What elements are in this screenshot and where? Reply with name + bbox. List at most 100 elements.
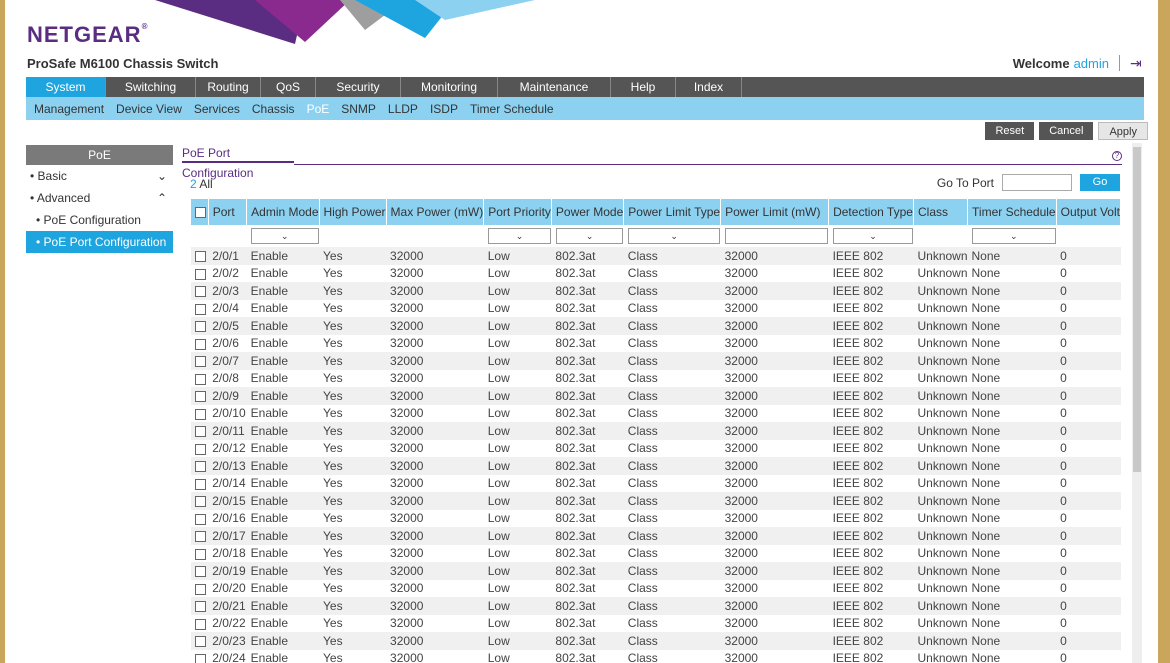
subnav-snmp[interactable]: SNMP [341, 102, 376, 116]
row-checkbox[interactable] [195, 286, 206, 298]
table-row[interactable]: 2/0/15 Enable Yes 32000 Low 802.3at Class 32000… [191, 492, 1121, 510]
subnav-timer-schedule[interactable]: Timer Schedule [470, 102, 554, 116]
row-checkbox[interactable] [195, 443, 206, 455]
tab-help[interactable]: Help [611, 77, 676, 97]
tab-monitoring[interactable]: Monitoring [401, 77, 498, 97]
tab-routing[interactable]: Routing [196, 77, 261, 97]
row-checkbox[interactable] [195, 566, 206, 578]
subnav-isdp[interactable]: ISDP [430, 102, 458, 116]
table-row[interactable]: 2/0/20 Enable Yes 32000 Low 802.3at Class 32000… [191, 579, 1121, 597]
row-checkbox[interactable] [195, 478, 206, 490]
filter-select[interactable]: ⌄ [972, 228, 1056, 244]
table-row[interactable]: 2/0/24 Enable Yes 32000 Low 802.3at Class 32000… [191, 649, 1121, 663]
tab-qos[interactable]: QoS [261, 77, 316, 97]
filter-select[interactable]: ⌄ [251, 228, 319, 244]
filter-select[interactable]: ⌄ [488, 228, 551, 244]
row-checkbox[interactable] [195, 426, 206, 438]
column-header-power-mode[interactable]: Power Mode [551, 199, 625, 225]
sidebar-item-poe-configuration[interactable]: • PoE Configuration [26, 209, 173, 231]
table-row[interactable]: 2/0/17 Enable Yes 32000 Low 802.3at Class 32000… [191, 527, 1121, 545]
table-row[interactable]: 2/0/7 Enable Yes 32000 Low 802.3at Class 32000 I… [191, 352, 1121, 370]
tab-security[interactable]: Security [316, 77, 401, 97]
row-checkbox[interactable] [195, 356, 206, 368]
table-row[interactable]: 2/0/18 Enable Yes 32000 Low 802.3at Class 32000… [191, 544, 1121, 562]
tab-index[interactable]: Index [676, 77, 742, 97]
go-to-port-input[interactable] [1002, 174, 1072, 191]
row-checkbox[interactable] [195, 618, 206, 630]
vertical-scrollbar[interactable] [1132, 143, 1142, 663]
row-checkbox[interactable] [195, 513, 206, 525]
row-checkbox[interactable] [195, 408, 206, 420]
apply-button[interactable]: Apply [1098, 122, 1148, 140]
filter-select[interactable]: ⌄ [833, 228, 913, 244]
table-row[interactable]: 2/0/16 Enable Yes 32000 Low 802.3at Class 32000… [191, 509, 1121, 527]
filter-select[interactable]: ⌄ [628, 228, 720, 244]
column-header-max-power-mw[interactable]: Max Power (mW) [386, 199, 485, 225]
table-row[interactable]: 2/0/4 Enable Yes 32000 Low 802.3at Class 32000 I… [191, 299, 1121, 317]
column-header-output-volt[interactable]: Output Volt [1056, 199, 1121, 225]
row-checkbox[interactable] [195, 583, 206, 595]
column-header-port[interactable]: Port [208, 199, 248, 225]
row-checkbox[interactable] [195, 461, 206, 473]
table-row[interactable]: 2/0/14 Enable Yes 32000 Low 802.3at Class 32000… [191, 474, 1121, 492]
table-row[interactable]: 2/0/1 Enable Yes 32000 Low 802.3at Class 32000 I… [191, 247, 1121, 265]
column-header-port-priority[interactable]: Port Priority [483, 199, 552, 225]
subnav-management[interactable]: Management [34, 102, 104, 116]
select-all-checkbox[interactable] [195, 207, 206, 219]
column-header-power-limit-type[interactable]: Power Limit Type [623, 199, 722, 225]
sidebar-item-advanced[interactable]: • Advanced ⌃ [26, 187, 173, 209]
table-row[interactable]: 2/0/12 Enable Yes 32000 Low 802.3at Class 32000… [191, 439, 1121, 457]
column-header-high-power[interactable]: High Power [319, 199, 387, 225]
row-checkbox[interactable] [195, 653, 206, 663]
column-header-class[interactable]: Class [913, 199, 969, 225]
row-checkbox[interactable] [195, 496, 206, 508]
filter-select[interactable]: ⌄ [555, 228, 623, 244]
sidebar-item-poe-port-configuration[interactable]: • PoE Port Configuration [26, 231, 173, 253]
logout-icon[interactable]: ⇥ [1130, 56, 1144, 70]
row-checkbox[interactable] [195, 636, 206, 648]
subnav-poe[interactable]: PoE [307, 102, 330, 116]
count-link[interactable]: 2 [190, 177, 197, 191]
table-row[interactable]: 2/0/19 Enable Yes 32000 Low 802.3at Class 32000… [191, 562, 1121, 580]
column-header-admin-mode[interactable]: Admin Mode [246, 199, 320, 225]
row-checkbox[interactable] [195, 601, 206, 613]
column-header-power-limit-mw[interactable]: Power Limit (mW) [720, 199, 830, 225]
sidebar-item-basic[interactable]: • Basic ⌄ [26, 165, 173, 187]
row-checkbox[interactable] [195, 338, 206, 350]
subnav-chassis[interactable]: Chassis [252, 102, 295, 116]
filter-text-input[interactable] [725, 228, 828, 244]
row-checkbox[interactable] [195, 303, 206, 315]
table-row[interactable]: 2/0/3 Enable Yes 32000 Low 802.3at Class 32000 I… [191, 282, 1121, 300]
cancel-button[interactable]: Cancel [1039, 122, 1094, 140]
table-row[interactable]: 2/0/6 Enable Yes 32000 Low 802.3at Class 32000 I… [191, 334, 1121, 352]
table-row[interactable]: 2/0/8 Enable Yes 32000 Low 802.3at Class 32000 I… [191, 369, 1121, 387]
column-header-detection-type[interactable]: Detection Type [828, 199, 914, 225]
row-checkbox[interactable] [195, 548, 206, 560]
go-button[interactable]: Go [1080, 174, 1120, 191]
tab-maintenance[interactable]: Maintenance [498, 77, 611, 97]
table-row[interactable]: 2/0/2 Enable Yes 32000 Low 802.3at Class 32000 I… [191, 264, 1121, 282]
subnav-device-view[interactable]: Device View [116, 102, 182, 116]
reset-button[interactable]: Reset [985, 122, 1035, 140]
table-row[interactable]: 2/0/9 Enable Yes 32000 Low 802.3at Class 32000 I… [191, 387, 1121, 405]
table-row[interactable]: 2/0/11 Enable Yes 32000 Low 802.3at Class 32000… [191, 422, 1121, 440]
help-icon[interactable]: ? [1112, 151, 1122, 161]
tab-switching[interactable]: Switching [106, 77, 196, 97]
table-row[interactable]: 2/0/22 Enable Yes 32000 Low 802.3at Class 32000… [191, 614, 1121, 632]
tab-system[interactable]: System [26, 77, 106, 97]
scrollbar-thumb[interactable] [1133, 147, 1141, 472]
table-row[interactable]: 2/0/21 Enable Yes 32000 Low 802.3at Class 32000… [191, 597, 1121, 615]
row-checkbox[interactable] [195, 391, 206, 403]
user-link[interactable]: admin [1074, 56, 1109, 71]
column-header-timer-schedule[interactable]: Timer Schedule [967, 199, 1057, 225]
table-row[interactable]: 2/0/13 Enable Yes 32000 Low 802.3at Class 32000… [191, 457, 1121, 475]
row-checkbox[interactable] [195, 531, 206, 543]
table-row[interactable]: 2/0/10 Enable Yes 32000 Low 802.3at Class 32000… [191, 404, 1121, 422]
row-checkbox[interactable] [195, 321, 206, 333]
row-checkbox[interactable] [195, 373, 206, 385]
row-checkbox[interactable] [195, 251, 206, 263]
subnav-lldp[interactable]: LLDP [388, 102, 418, 116]
row-checkbox[interactable] [195, 268, 206, 280]
subnav-services[interactable]: Services [194, 102, 240, 116]
table-row[interactable]: 2/0/23 Enable Yes 32000 Low 802.3at Class 32000… [191, 632, 1121, 650]
